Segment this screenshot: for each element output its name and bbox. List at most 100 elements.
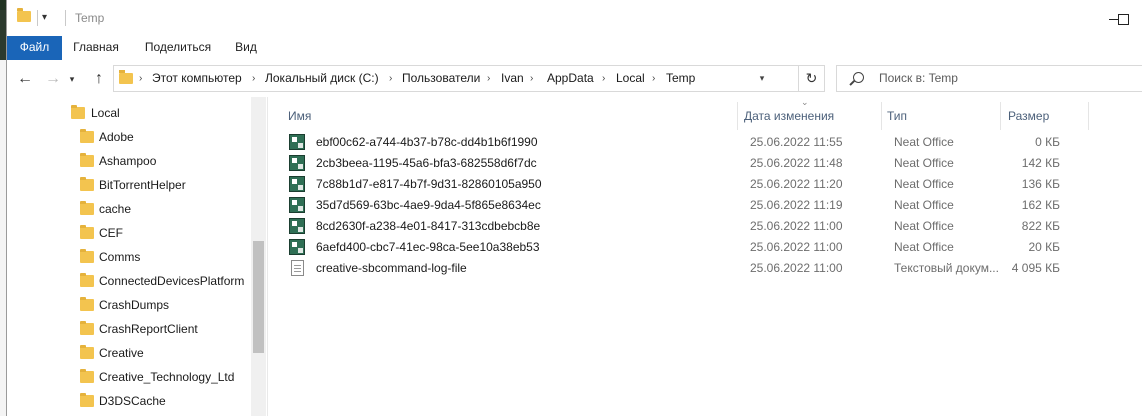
file-date: 25.06.2022 11:00 xyxy=(750,240,843,254)
address-bar[interactable]: › Этот компьютер › Локальный диск (C:) ›… xyxy=(113,65,799,92)
tree-item-crashreportclient[interactable]: CrashReportClient xyxy=(7,317,251,341)
tree-item-connecteddevicesplatform[interactable]: ConnectedDevicesPlatform xyxy=(7,269,251,293)
title-bar: ▾ Temp xyxy=(7,0,1142,36)
file-size: 162 КБ xyxy=(1021,198,1060,212)
file-date: 25.06.2022 11:48 xyxy=(750,156,843,170)
back-button[interactable]: ← xyxy=(13,67,37,91)
tab-file[interactable]: Файл xyxy=(7,36,62,60)
neat-office-icon xyxy=(289,134,305,150)
folder-icon xyxy=(119,70,133,84)
breadcrumb-ivan[interactable]: Ivan xyxy=(501,66,524,91)
file-row[interactable]: 35d7d569-63bc-4ae9-9da4-5f865e8634ec 25.… xyxy=(282,195,1102,216)
tree-item-ashampoo[interactable]: Ashampoo xyxy=(7,149,251,173)
back-arrow-icon: ← xyxy=(17,70,33,87)
tree-item-comms[interactable]: Comms xyxy=(7,245,251,269)
file-name: 6aefd400-cbc7-41ec-98ca-5ee10a38eb53 xyxy=(316,240,540,254)
tab-share[interactable]: Поделиться xyxy=(137,36,219,60)
breadcrumb-temp[interactable]: Temp xyxy=(666,66,695,91)
file-row[interactable]: creative-sbcommand-log-file 25.06.2022 1… xyxy=(282,258,1102,279)
address-dropdown-icon[interactable]: ▾ xyxy=(754,66,770,91)
navigation-scrollbar[interactable] xyxy=(251,97,266,416)
ribbon-tabs: Файл Главная Поделиться Вид xyxy=(7,36,1142,62)
tree-item-label: BitTorrentHelper xyxy=(99,178,186,192)
quick-access-dropdown-icon[interactable]: ▾ xyxy=(42,10,54,26)
tree-item-bittorrenthelper[interactable]: BitTorrentHelper xyxy=(7,173,251,197)
recent-locations-button[interactable]: ▾ xyxy=(65,67,79,91)
file-name: 8cd2630f-a238-4e01-8417-313cdbebcb8e xyxy=(316,219,541,233)
breadcrumb-separator[interactable]: › xyxy=(139,66,142,91)
file-row[interactable]: 8cd2630f-a238-4e01-8417-313cdbebcb8e 25.… xyxy=(282,216,1102,237)
neat-office-icon xyxy=(289,176,305,192)
folder-icon xyxy=(71,105,85,119)
file-date: 25.06.2022 11:00 xyxy=(750,219,843,233)
tree-item-label: D3DSCache xyxy=(99,394,166,408)
file-type: Neat Office xyxy=(894,198,954,212)
breadcrumb-separator[interactable]: › xyxy=(487,66,490,91)
folder-icon xyxy=(80,321,94,335)
up-button[interactable]: ↑ xyxy=(87,67,111,91)
tree-item-label: CrashReportClient xyxy=(99,322,198,336)
file-date: 25.06.2022 11:55 xyxy=(750,135,843,149)
neat-office-icon xyxy=(289,218,305,234)
refresh-icon: ↻ xyxy=(805,70,818,86)
forward-button[interactable]: → xyxy=(41,67,65,91)
tree-item-local[interactable]: Local xyxy=(7,101,251,125)
column-header-type[interactable]: Тип xyxy=(887,102,999,130)
folder-icon xyxy=(17,8,31,22)
breadcrumb-this-pc[interactable]: Этот компьютер xyxy=(152,66,242,91)
breadcrumb-separator[interactable]: › xyxy=(389,66,392,91)
folder-icon xyxy=(80,249,94,263)
file-type: Neat Office xyxy=(894,135,954,149)
file-size: 822 КБ xyxy=(1021,219,1060,233)
refresh-button[interactable]: ↻ xyxy=(799,65,825,92)
tree-item-label: Creative xyxy=(99,346,144,360)
file-name: 35d7d569-63bc-4ae9-9da4-5f865e8634ec xyxy=(316,198,541,212)
tree-item-label: Adobe xyxy=(99,130,134,144)
tree-item-crashdumps[interactable]: CrashDumps xyxy=(7,293,251,317)
breadcrumb-appdata[interactable]: AppData xyxy=(547,66,594,91)
breadcrumb-users[interactable]: Пользователи xyxy=(402,66,480,91)
breadcrumb-separator[interactable]: › xyxy=(652,66,655,91)
column-header-date[interactable]: Дата изменения xyxy=(744,102,882,130)
breadcrumb-local-disk[interactable]: Локальный диск (C:) xyxy=(265,66,379,91)
breadcrumb-separator[interactable]: › xyxy=(602,66,605,91)
search-input[interactable]: Поиск в: Temp xyxy=(879,66,958,91)
tree-item-label: ConnectedDevicesPlatform xyxy=(99,274,245,288)
scrollbar-thumb[interactable] xyxy=(253,241,264,353)
file-name: 7c88b1d7-e817-4b7f-9d31-82860105a950 xyxy=(316,177,542,191)
tree-item-cef[interactable]: CEF xyxy=(7,221,251,245)
tree-item-creative[interactable]: Creative xyxy=(7,341,251,365)
up-arrow-icon: ↑ xyxy=(95,70,103,87)
column-divider[interactable] xyxy=(737,102,738,130)
tab-view[interactable]: Вид xyxy=(229,36,263,60)
column-divider[interactable] xyxy=(1000,102,1001,130)
breadcrumb-separator[interactable]: › xyxy=(252,66,255,91)
column-divider[interactable] xyxy=(1088,102,1089,130)
file-date: 25.06.2022 11:20 xyxy=(750,177,843,191)
file-list: ⌄ Имя Дата изменения Тип Размер ebf00c62… xyxy=(268,97,1142,416)
tree-item-cache[interactable]: cache xyxy=(7,197,251,221)
file-row[interactable]: ebf00c62-a744-4b37-b78c-dd4b1b6f1990 25.… xyxy=(282,132,1102,153)
file-type: Neat Office xyxy=(894,219,954,233)
file-size: 136 КБ xyxy=(1021,177,1060,191)
file-row[interactable]: 7c88b1d7-e817-4b7f-9d31-82860105a950 25.… xyxy=(282,174,1102,195)
breadcrumb-local[interactable]: Local xyxy=(616,66,645,91)
column-header-name[interactable]: Имя xyxy=(288,102,734,130)
folder-icon xyxy=(80,153,94,167)
column-divider[interactable] xyxy=(881,102,882,130)
maximize-button[interactable] xyxy=(1103,6,1142,32)
tree-item-d3dscache[interactable]: D3DSCache xyxy=(7,389,251,413)
tree-item-adobe[interactable]: Adobe xyxy=(7,125,251,149)
file-row[interactable]: 2cb3beea-1195-45a6-bfa3-682558d6f7dc 25.… xyxy=(282,153,1102,174)
search-box[interactable]: Поиск в: Temp xyxy=(836,65,1142,92)
tree-item-label: Local xyxy=(91,106,120,120)
file-type: Neat Office xyxy=(894,240,954,254)
column-header-size[interactable]: Размер xyxy=(1008,102,1088,130)
file-row[interactable]: 6aefd400-cbc7-41ec-98ca-5ee10a38eb53 25.… xyxy=(282,237,1102,258)
divider xyxy=(65,10,66,26)
tab-home[interactable]: Главная xyxy=(65,36,127,60)
tree-item-creative-technology-ltd[interactable]: Creative_Technology_Ltd xyxy=(7,365,251,389)
address-toolbar: ← → ▾ ↑ › Этот компьютер › Локальный дис… xyxy=(7,61,1142,97)
breadcrumb-separator[interactable]: › xyxy=(530,66,533,91)
file-size: 142 КБ xyxy=(1021,156,1060,170)
